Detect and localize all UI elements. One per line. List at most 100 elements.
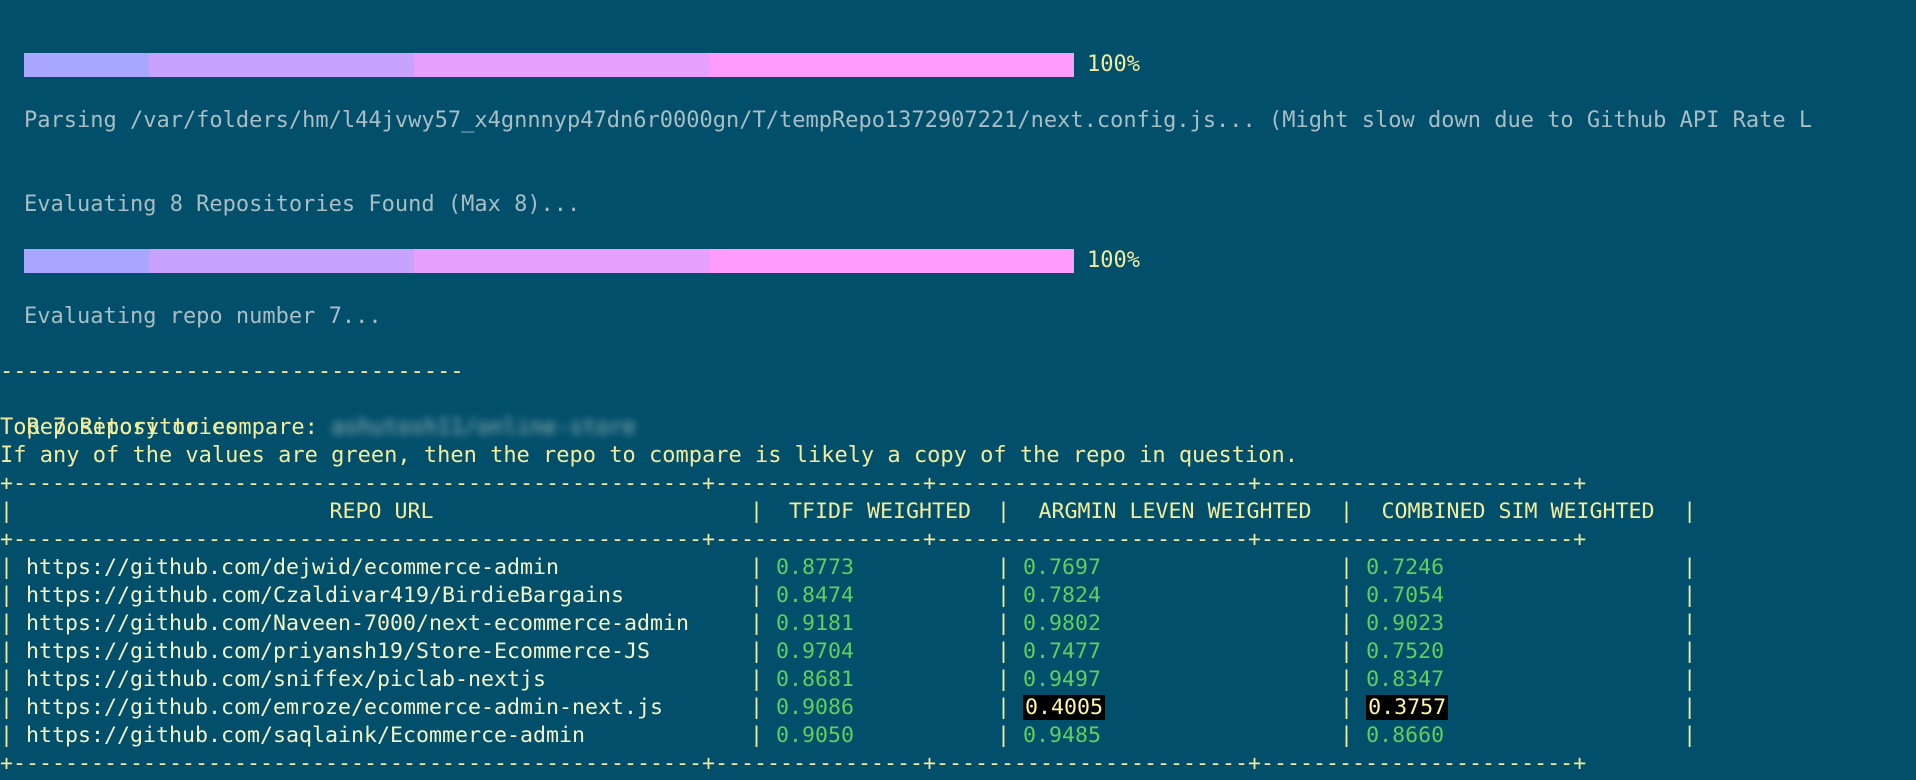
column-separator: | <box>1340 611 1354 636</box>
table-row: | https://github.com/sniffex/piclab-nextj… <box>0 666 1696 694</box>
column-separator: | <box>1340 583 1354 608</box>
cell-repo-url-value: https://github.com/sniffex/piclab-nextjs <box>26 667 547 692</box>
cell-combined: 0.3757 <box>1353 694 1683 722</box>
table-row: | https://github.com/Czaldivar419/BirdieB… <box>0 582 1696 610</box>
column-separator: | <box>1683 667 1697 692</box>
cell-repo-url-value: https://github.com/priyansh19/Store-Ecom… <box>26 639 651 664</box>
column-separator: | <box>750 499 764 524</box>
cell-tfidf: 0.8681 <box>763 666 997 694</box>
table-border-bottom: +---------------------------------------… <box>0 751 1587 776</box>
column-separator: | <box>1683 723 1697 748</box>
evaluating-found-status: Evaluating 8 Repositories Found (Max 8).… <box>24 192 581 217</box>
cell-repo-url-value: https://github.com/dejwid/ecommerce-admi… <box>26 555 560 580</box>
column-separator: | <box>997 723 1011 748</box>
progress-segment <box>24 53 149 77</box>
cell-tfidf-value: 0.9181 <box>776 611 855 636</box>
column-separator: | <box>1340 695 1354 720</box>
cell-combined-value: 0.8347 <box>1366 667 1445 692</box>
cell-tfidf: 0.9086 <box>763 694 997 722</box>
table-header-row: | REPO URL | TFIDF WEIGHTED | ARGMIN LEV… <box>0 498 1696 526</box>
table-border-top: +---------------------------------------… <box>0 471 1587 496</box>
table-row: | https://github.com/priyansh19/Store-Eco… <box>0 638 1696 666</box>
cell-combined: 0.8660 <box>1353 722 1683 750</box>
column-separator: | <box>750 583 764 608</box>
column-separator: | <box>0 583 14 608</box>
cell-argmin-value: 0.9802 <box>1023 611 1102 636</box>
cell-repo-url: https://github.com/priyansh19/Store-Ecom… <box>13 638 750 666</box>
top-repos-label: Top 7 Repositories <box>0 415 239 440</box>
table-body: | https://github.com/dejwid/ecommerce-adm… <box>0 554 1696 750</box>
column-separator: | <box>1340 667 1354 692</box>
column-separator: | <box>1683 583 1697 608</box>
cell-repo-url: https://github.com/Naveen-7000/next-ecom… <box>13 610 750 638</box>
cell-repo-url-value: https://github.com/emroze/ecommerce-admi… <box>26 695 664 720</box>
progress-percent-2: 100% <box>1087 248 1140 273</box>
evaluating-repo-status: Evaluating repo number 7... <box>24 304 382 329</box>
cell-combined-value: 0.7246 <box>1366 555 1445 580</box>
progress-segment <box>149 53 414 77</box>
progress-segment <box>414 249 709 273</box>
column-separator: | <box>997 499 1011 524</box>
column-separator: | <box>1683 555 1697 580</box>
column-separator: | <box>0 499 14 524</box>
cell-tfidf-value: 0.8681 <box>776 667 855 692</box>
table-border-header: +---------------------------------------… <box>0 527 1587 552</box>
cell-combined-value: 0.9023 <box>1366 611 1445 636</box>
cell-repo-url: https://github.com/sniffex/piclab-nextjs <box>13 666 750 694</box>
progress-percent-1: 100% <box>1087 52 1140 77</box>
column-separator: | <box>750 639 764 664</box>
column-separator: | <box>0 555 14 580</box>
column-separator: | <box>750 695 764 720</box>
cell-tfidf-value: 0.9050 <box>776 723 855 748</box>
column-separator: | <box>997 555 1011 580</box>
cell-combined: 0.8347 <box>1353 666 1683 694</box>
column-separator: | <box>1340 555 1354 580</box>
column-separator: | <box>997 695 1011 720</box>
column-separator: | <box>1683 639 1697 664</box>
cell-tfidf: 0.9704 <box>763 638 997 666</box>
progress-bar-2 <box>24 249 1074 273</box>
header-combined: COMBINED SIM WEIGHTED <box>1381 499 1655 524</box>
cell-repo-url: https://github.com/emroze/ecommerce-admi… <box>13 694 750 722</box>
cell-combined: 0.7054 <box>1353 582 1683 610</box>
progress-segment <box>24 249 149 273</box>
progress-segment <box>149 249 414 273</box>
cell-argmin: 0.9802 <box>1010 610 1340 638</box>
column-separator: | <box>0 667 14 692</box>
progress-segment <box>709 249 1074 273</box>
column-separator: | <box>997 583 1011 608</box>
cell-combined-value: 0.8660 <box>1366 723 1445 748</box>
progress-bar-1 <box>24 53 1074 77</box>
cell-combined-value: 0.7054 <box>1366 583 1445 608</box>
cell-argmin-value: 0.9485 <box>1023 723 1102 748</box>
column-separator: | <box>0 723 14 748</box>
cell-tfidf-value: 0.8773 <box>776 555 855 580</box>
cell-repo-url-value: https://github.com/Naveen-7000/next-ecom… <box>26 611 690 636</box>
column-separator: | <box>1683 611 1697 636</box>
cell-repo-url: https://github.com/dejwid/ecommerce-admi… <box>13 554 750 582</box>
column-separator: | <box>0 639 14 664</box>
cell-tfidf: 0.9050 <box>763 722 997 750</box>
cell-combined-value: 0.3757 <box>1366 695 1449 720</box>
cell-tfidf-value: 0.8474 <box>776 583 855 608</box>
cell-repo-url: https://github.com/Czaldivar419/BirdieBa… <box>13 582 750 610</box>
cell-repo-url-value: https://github.com/Czaldivar419/BirdieBa… <box>26 583 625 608</box>
column-separator: | <box>1340 499 1354 524</box>
header-argmin: ARGMIN LEVEN WEIGHTED <box>1038 499 1312 524</box>
cell-argmin-value: 0.7477 <box>1023 639 1102 664</box>
column-separator: | <box>0 611 14 636</box>
compare-value: ashutosh11/online-store <box>331 415 636 440</box>
cell-argmin: 0.7477 <box>1010 638 1340 666</box>
cell-argmin-value: 0.7824 <box>1023 583 1102 608</box>
cell-combined: 0.7246 <box>1353 554 1683 582</box>
cell-argmin: 0.7697 <box>1010 554 1340 582</box>
cell-repo-url-value: https://github.com/saqlaink/Ecommerce-ad… <box>26 723 586 748</box>
cell-combined-value: 0.7520 <box>1366 639 1445 664</box>
cell-tfidf-value: 0.9704 <box>776 639 855 664</box>
cell-argmin: 0.9497 <box>1010 666 1340 694</box>
column-separator: | <box>1340 723 1354 748</box>
table-row: | https://github.com/emroze/ecommerce-adm… <box>0 694 1696 722</box>
cell-combined: 0.7520 <box>1353 638 1683 666</box>
cell-tfidf-value: 0.9086 <box>776 695 855 720</box>
column-separator: | <box>750 555 764 580</box>
